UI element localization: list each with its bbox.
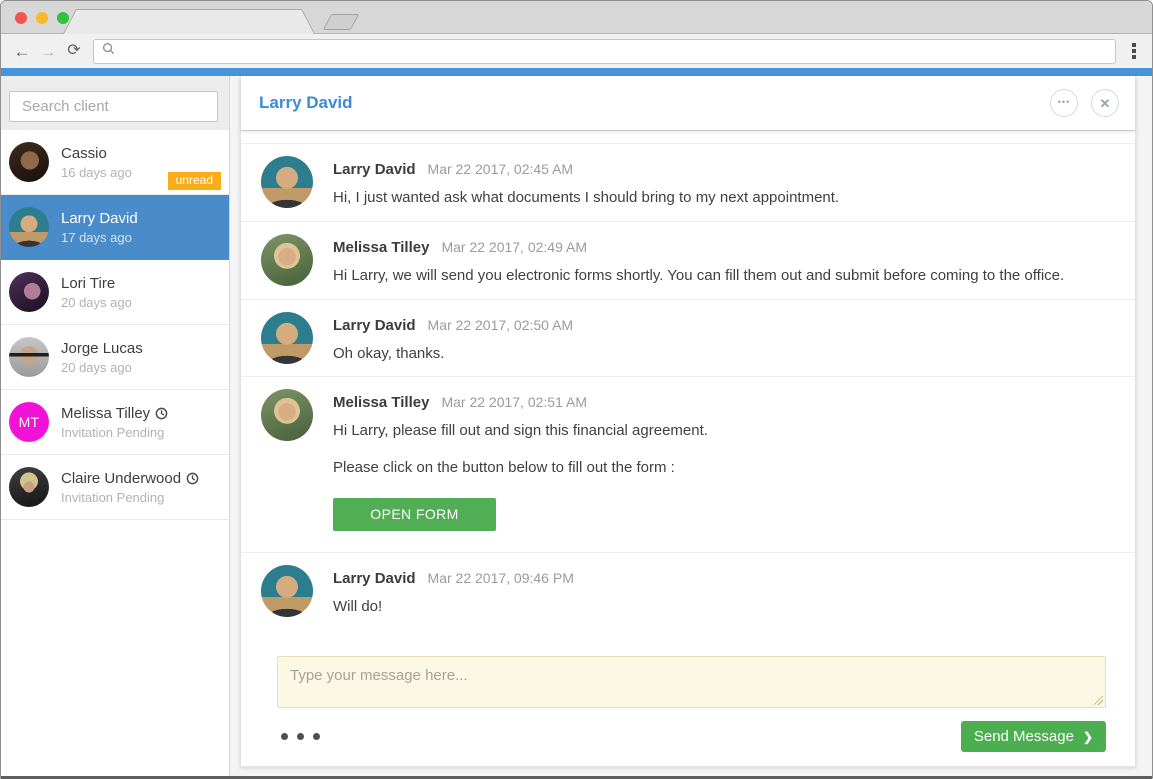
client-name: Claire Underwood — [61, 470, 181, 487]
address-bar[interactable] — [93, 39, 1116, 64]
search-icon — [102, 42, 115, 60]
message-composer — [277, 656, 1106, 708]
client-meta: Invitation Pending — [61, 490, 199, 505]
browser-tab[interactable] — [63, 9, 315, 34]
message-row: Melissa Tilley Mar 22 2017, 02:51 AM Hi … — [241, 376, 1135, 552]
chat-more-button[interactable]: ••• — [1050, 89, 1078, 117]
message-timestamp: Mar 22 2017, 02:45 AM — [428, 161, 574, 177]
forward-button[interactable]: → — [35, 43, 61, 60]
client-meta: Invitation Pending — [61, 425, 168, 440]
avatar-initials: MT — [9, 402, 49, 442]
client-name: Jorge Lucas — [61, 340, 143, 357]
app-accent-bar — [1, 68, 1152, 76]
avatar — [9, 207, 49, 247]
message-list: Larry David Mar 22 2017, 02:45 AM Hi, I … — [241, 131, 1135, 642]
client-sidebar: Cassio 16 days ago unread Larry David 17… — [1, 76, 230, 776]
window-controls — [15, 12, 69, 24]
message-text: Hi, I just wanted ask what documents I s… — [333, 187, 1115, 209]
client-row-jorge-lucas[interactable]: Jorge Lucas 20 days ago — [1, 325, 229, 390]
client-name: Cassio — [61, 145, 132, 162]
close-icon: ✕ — [1100, 97, 1111, 110]
chat-area: Larry David ••• ✕ Larry David — [230, 76, 1152, 776]
message-text: Oh okay, thanks. — [333, 343, 1115, 365]
chat-header: Larry David ••• ✕ — [241, 76, 1135, 131]
ellipsis-icon: ••• — [1058, 98, 1070, 109]
reload-button[interactable]: ⟳ — [61, 43, 87, 59]
message-timestamp: Mar 22 2017, 02:51 AM — [441, 394, 587, 410]
avatar — [261, 565, 313, 617]
message-timestamp: Mar 22 2017, 02:50 AM — [428, 317, 574, 333]
client-row-lori-tire[interactable]: Lori Tire 20 days ago — [1, 260, 229, 325]
client-row-cassio[interactable]: Cassio 16 days ago unread — [1, 130, 229, 195]
new-tab-button[interactable] — [323, 14, 360, 30]
maximize-window-button[interactable] — [57, 12, 69, 24]
message-author: Larry David — [333, 570, 416, 587]
send-message-label: Send Message — [974, 728, 1074, 745]
composer-options-icon[interactable] — [281, 733, 320, 740]
client-row-larry-david[interactable]: Larry David 17 days ago — [1, 195, 229, 260]
close-window-button[interactable] — [15, 12, 27, 24]
client-meta: 16 days ago — [61, 165, 132, 180]
chat-close-button[interactable]: ✕ — [1091, 89, 1119, 117]
message-row: Larry David Mar 22 2017, 02:50 AM Oh oka… — [241, 299, 1135, 377]
client-meta: 20 days ago — [61, 295, 132, 310]
avatar — [261, 156, 313, 208]
message-row: Melissa Tilley Mar 22 2017, 02:49 AM Hi … — [241, 221, 1135, 299]
client-search-input[interactable] — [9, 91, 218, 122]
browser-menu-icon[interactable] — [1124, 43, 1144, 59]
unread-badge: unread — [168, 172, 221, 190]
message-text: Hi Larry, we will send you electronic fo… — [333, 265, 1115, 287]
client-name: Larry David — [61, 210, 138, 227]
message-author: Melissa Tilley — [333, 239, 429, 256]
avatar — [9, 337, 49, 377]
pending-clock-icon — [186, 472, 199, 485]
message-text: Will do! — [333, 596, 1115, 618]
avatar — [9, 467, 49, 507]
client-name: Lori Tire — [61, 275, 132, 292]
client-search-wrap — [1, 76, 229, 130]
message-timestamp: Mar 22 2017, 02:49 AM — [441, 239, 587, 255]
message-author: Larry David — [333, 161, 416, 178]
browser-toolbar: ← → ⟳ — [1, 34, 1152, 68]
message-author: Melissa Tilley — [333, 394, 429, 411]
chevron-right-icon: ❯ — [1083, 730, 1093, 744]
chat-card: Larry David ••• ✕ Larry David — [240, 76, 1136, 767]
client-meta: 17 days ago — [61, 230, 138, 245]
client-name: Melissa Tilley — [61, 405, 150, 422]
send-message-button[interactable]: Send Message ❯ — [961, 721, 1106, 752]
composer-footer: Send Message ❯ — [241, 708, 1135, 766]
client-row-melissa-tilley[interactable]: MT Melissa Tilley Invitation Pending — [1, 390, 229, 455]
message-text: Hi Larry, please fill out and sign this … — [333, 420, 1115, 442]
avatar — [261, 389, 313, 441]
avatar — [9, 142, 49, 182]
app-content: Cassio 16 days ago unread Larry David 17… — [1, 76, 1152, 776]
resize-grip-icon[interactable] — [1094, 696, 1103, 705]
chat-title: Larry David — [259, 93, 1037, 113]
avatar — [261, 234, 313, 286]
avatar — [261, 312, 313, 364]
open-form-button[interactable]: OPEN FORM — [333, 498, 496, 531]
client-meta: 20 days ago — [61, 360, 143, 375]
message-row: Larry David Mar 22 2017, 09:46 PM Will d… — [241, 552, 1135, 630]
message-input[interactable] — [277, 656, 1106, 708]
browser-titlebar — [1, 1, 1152, 34]
message-timestamp: Mar 22 2017, 09:46 PM — [428, 570, 574, 586]
message-text: Please click on the button below to fill… — [333, 457, 1115, 479]
message-author: Larry David — [333, 317, 416, 334]
client-row-claire-underwood[interactable]: Claire Underwood Invitation Pending — [1, 455, 229, 520]
browser-window: ← → ⟳ Cassio 16 days ago unread — [0, 0, 1153, 779]
minimize-window-button[interactable] — [36, 12, 48, 24]
back-button[interactable]: ← — [9, 43, 35, 60]
message-row: Larry David Mar 22 2017, 02:45 AM Hi, I … — [241, 143, 1135, 221]
avatar — [9, 272, 49, 312]
pending-clock-icon — [155, 407, 168, 420]
